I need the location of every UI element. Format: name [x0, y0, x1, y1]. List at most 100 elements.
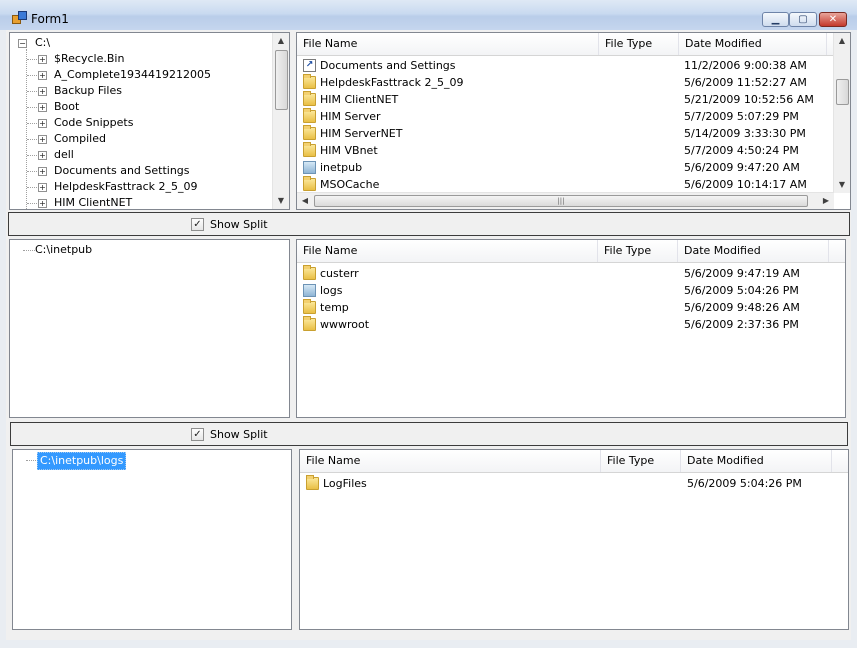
tree-node[interactable]: + Compiled	[10, 131, 270, 147]
list-item[interactable]: HIM VBnet 5/7/2009 4:50:24 PM	[297, 142, 827, 159]
file-name: HIM VBnet	[320, 144, 378, 157]
show-split-checkbox-1[interactable]: ✓	[191, 218, 204, 231]
top-list-hscroll[interactable]: ◀ ||| ▶	[297, 192, 834, 209]
tree-node-root[interactable]: − C:\	[10, 35, 270, 51]
folder-icon	[303, 142, 316, 157]
column-header-file-name[interactable]: File Name	[297, 240, 598, 262]
top-file-list[interactable]: File Name File Type Date Modified ↗ Docum…	[296, 32, 851, 210]
expand-icon[interactable]: +	[38, 87, 47, 96]
tree-node-root-selected[interactable]: C:\inetpub\logs	[13, 452, 273, 470]
folder-icon	[303, 176, 316, 191]
tree-node-label: Compiled	[54, 132, 106, 145]
date-modified: 5/6/2009 9:47:19 AM	[684, 267, 800, 280]
expand-icon[interactable]: +	[38, 183, 47, 192]
expand-icon[interactable]: +	[38, 119, 47, 128]
scroll-up-icon[interactable]: ▲	[834, 33, 850, 49]
expand-icon[interactable]: +	[38, 55, 47, 64]
close-button[interactable]: ✕	[819, 12, 847, 27]
list-item[interactable]: LogFiles 5/6/2009 5:04:26 PM	[300, 475, 830, 492]
folder-icon	[303, 74, 316, 89]
list-item[interactable]: custerr 5/6/2009 9:47:19 AM	[297, 265, 827, 282]
collapse-icon[interactable]: −	[18, 39, 27, 48]
file-name: custerr	[320, 267, 359, 280]
tree-node-label: Backup Files	[54, 84, 122, 97]
list-item[interactable]: logs 5/6/2009 5:04:26 PM	[297, 282, 827, 299]
date-modified: 5/6/2009 2:37:36 PM	[684, 318, 799, 331]
form-client-area: − C:\ + $Recycle.Bin + A_Complete1934419212…	[6, 30, 851, 640]
bottom-tree-view[interactable]: C:\inetpub\logs	[12, 449, 292, 630]
tree-node[interactable]: + HIM ClientNET	[10, 195, 270, 209]
top-tree-view[interactable]: − C:\ + $Recycle.Bin + A_Complete1934419212…	[9, 32, 290, 210]
tree-node[interactable]: + A_Complete1934419212005	[10, 67, 270, 83]
column-header-file-name[interactable]: File Name	[300, 450, 601, 472]
scroll-thumb-horizontal[interactable]: |||	[314, 195, 808, 207]
maximize-button[interactable]: ▢	[789, 12, 817, 27]
scroll-down-icon[interactable]: ▼	[273, 193, 289, 209]
tree-node[interactable]: + Documents and Settings	[10, 163, 270, 179]
file-name: LogFiles	[323, 477, 367, 490]
list-item[interactable]: ↗ Documents and Settings 11/2/2006 9:00:38…	[297, 57, 827, 74]
expand-icon[interactable]: +	[38, 103, 47, 112]
tree-node[interactable]: + Boot	[10, 99, 270, 115]
column-header-file-type[interactable]: File Type	[599, 33, 679, 55]
tree-node-root[interactable]: C:\inetpub	[10, 242, 270, 258]
scroll-up-icon[interactable]: ▲	[273, 33, 289, 49]
title-bar[interactable]: Form1 ▁ ▢ ✕	[0, 0, 857, 30]
shortcut-icon: ↗	[303, 59, 316, 72]
list-item[interactable]: HIM ServerNET 5/14/2009 3:33:30 PM	[297, 125, 827, 142]
list-item[interactable]: HIM Server 5/7/2009 5:07:29 PM	[297, 108, 827, 125]
middle-file-list[interactable]: File Name File Type Date Modified custer…	[296, 239, 846, 418]
date-modified: 5/6/2009 10:14:17 AM	[684, 178, 807, 191]
scroll-left-icon[interactable]: ◀	[297, 193, 313, 209]
scroll-down-icon[interactable]: ▼	[834, 177, 850, 193]
blue-folder-icon	[303, 284, 316, 297]
folder-icon	[306, 475, 319, 490]
scroll-right-icon[interactable]: ▶	[818, 193, 834, 209]
list-item[interactable]: inetpub 5/6/2009 9:47:20 AM	[297, 159, 827, 176]
expand-icon[interactable]: +	[38, 199, 47, 208]
show-split-bar-2: ✓ Show Split	[10, 422, 848, 446]
middle-tree-view[interactable]: C:\inetpub	[9, 239, 290, 418]
minimize-button[interactable]: ▁	[762, 12, 789, 27]
list-item[interactable]: wwwroot 5/6/2009 2:37:36 PM	[297, 316, 827, 333]
list-item[interactable]: temp 5/6/2009 9:48:26 AM	[297, 299, 827, 316]
list-header: File Name File Type Date Modified	[297, 33, 834, 56]
tree-node[interactable]: + HelpdeskFasttrack 2_5_09	[10, 179, 270, 195]
show-split-label-2[interactable]: Show Split	[210, 428, 268, 441]
list-item[interactable]: HIM ClientNET 5/21/2009 10:52:56 AM	[297, 91, 827, 108]
scroll-thumb[interactable]	[275, 50, 288, 110]
top-list-vscroll[interactable]: ▲ ▼	[833, 33, 850, 193]
expand-icon[interactable]: +	[38, 167, 47, 176]
tree-node-label: Documents and Settings	[54, 164, 190, 177]
column-header-date-modified[interactable]: Date Modified	[681, 450, 832, 472]
list-item[interactable]: MSOCache 5/6/2009 10:14:17 AM	[297, 176, 827, 193]
bottom-file-list[interactable]: File Name File Type Date Modified LogFil…	[299, 449, 849, 630]
list-header: File Name File Type Date Modified	[297, 240, 845, 263]
tree-node-label: HIM ClientNET	[54, 196, 133, 209]
show-split-bar-1: ✓ Show Split	[8, 212, 850, 236]
tree-node[interactable]: + Backup Files	[10, 83, 270, 99]
tree-node-label: Code Snippets	[54, 116, 134, 129]
top-tree-vscroll[interactable]: ▲ ▼	[272, 33, 289, 209]
date-modified: 5/6/2009 9:47:20 AM	[684, 161, 800, 174]
column-header-file-name[interactable]: File Name	[297, 33, 599, 55]
expand-icon[interactable]: +	[38, 71, 47, 80]
column-header-date-modified[interactable]: Date Modified	[679, 33, 827, 55]
file-name: MSOCache	[320, 178, 380, 191]
column-header-date-modified[interactable]: Date Modified	[678, 240, 829, 262]
tree-node[interactable]: + $Recycle.Bin	[10, 51, 270, 67]
show-split-label-1[interactable]: Show Split	[210, 218, 268, 231]
tree-node[interactable]: + Code Snippets	[10, 115, 270, 131]
expand-icon[interactable]: +	[38, 151, 47, 160]
expand-icon[interactable]: +	[38, 135, 47, 144]
show-split-checkbox-2[interactable]: ✓	[191, 428, 204, 441]
column-header-file-type[interactable]: File Type	[601, 450, 681, 472]
tree-node-label: $Recycle.Bin	[54, 52, 125, 65]
column-header-file-type[interactable]: File Type	[598, 240, 678, 262]
list-item[interactable]: HelpdeskFasttrack 2_5_09 5/6/2009 11:52:2…	[297, 74, 827, 91]
tree-node-label: A_Complete1934419212005	[54, 68, 212, 81]
tree-node[interactable]: + dell	[10, 147, 270, 163]
date-modified: 5/14/2009 3:33:30 PM	[684, 127, 806, 140]
scroll-thumb[interactable]	[836, 79, 849, 105]
tree-node-label: HelpdeskFasttrack 2_5_09	[54, 180, 198, 193]
